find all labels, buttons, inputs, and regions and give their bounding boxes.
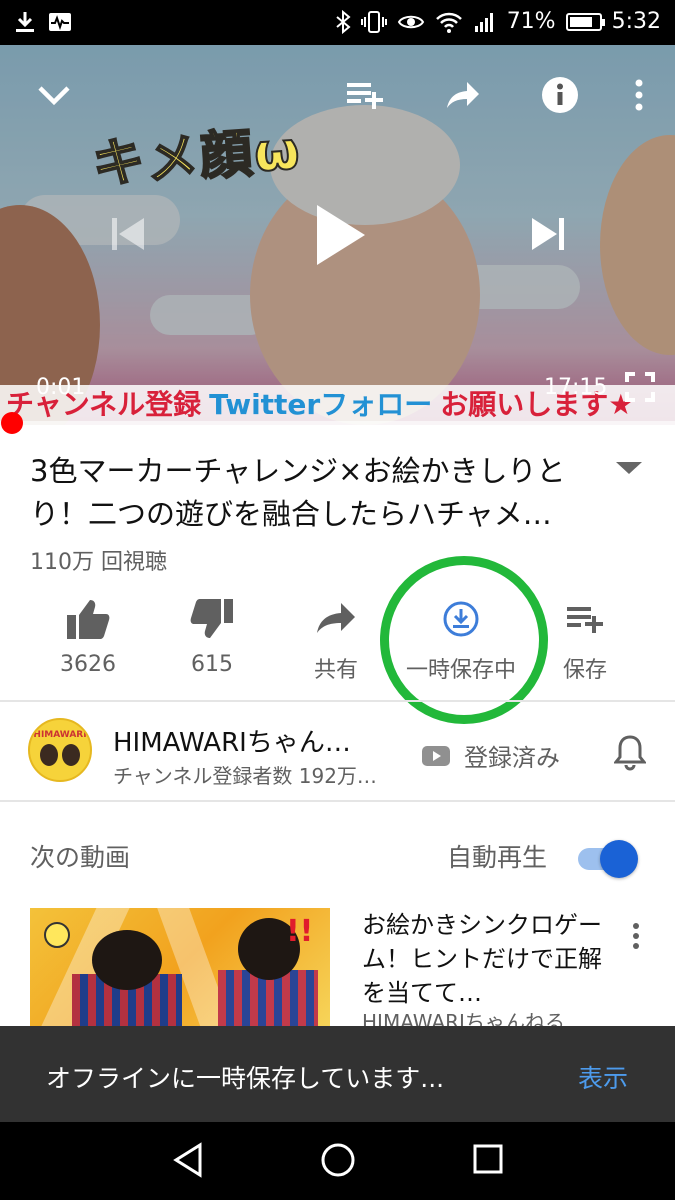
battery-icon bbox=[565, 12, 605, 31]
recents-button[interactable] bbox=[472, 1142, 504, 1180]
lightbulb-icon bbox=[44, 922, 70, 948]
thumbs-down-icon bbox=[190, 599, 233, 638]
duration: 17:15 bbox=[544, 375, 608, 400]
caret-down-icon bbox=[616, 462, 642, 474]
divider bbox=[0, 800, 675, 802]
autoplay-toggle[interactable] bbox=[578, 840, 638, 878]
home-button[interactable] bbox=[320, 1142, 356, 1182]
info-icon bbox=[542, 77, 578, 113]
chevron-down-icon bbox=[38, 86, 70, 106]
bell-icon bbox=[612, 735, 648, 771]
back-button[interactable] bbox=[172, 1142, 204, 1182]
back-triangle-icon bbox=[173, 1142, 202, 1178]
highlight-circle-annotation bbox=[380, 556, 548, 724]
subscribed-button[interactable]: 登録済み bbox=[422, 738, 560, 773]
video-player[interactable]: キメ顔ω チャンネル登録 Twitterフォロー お願いします★ 0:01 17:1… bbox=[0, 45, 675, 425]
video-caption-top: キメ顔ω bbox=[90, 120, 305, 196]
divider bbox=[0, 700, 675, 702]
download-notification-icon bbox=[16, 12, 34, 32]
dislike-button[interactable]: 615 bbox=[157, 590, 267, 677]
activity-notification-icon bbox=[49, 13, 71, 31]
bluetooth-icon bbox=[336, 9, 351, 34]
next-video-title[interactable]: お絵かきシンクロゲーム！ヒントだけで正解を当てて… bbox=[362, 908, 602, 1010]
progress-track[interactable] bbox=[0, 421, 675, 425]
signal-icon bbox=[474, 12, 493, 32]
channel-name[interactable]: HIMAWARIちゃん… bbox=[113, 722, 351, 759]
status-bar: 71% 5:32 bbox=[0, 0, 675, 45]
subscriber-count: チャンネル登録者数 192万… bbox=[113, 764, 377, 788]
snackbar-view-button[interactable]: 表示 bbox=[578, 1059, 628, 1095]
next-button[interactable] bbox=[524, 211, 572, 257]
view-count: 110万 回視聴 bbox=[30, 550, 167, 575]
share-icon bbox=[317, 603, 355, 633]
share-icon bbox=[447, 82, 479, 108]
playlist-add-icon bbox=[347, 83, 383, 109]
system-navigation-bar bbox=[0, 1122, 675, 1200]
wifi-icon bbox=[435, 12, 462, 33]
add-to-queue-button[interactable] bbox=[340, 75, 390, 115]
youtube-play-icon bbox=[422, 745, 450, 766]
minimize-button[interactable] bbox=[32, 75, 76, 115]
battery-percent: 71% bbox=[506, 9, 556, 34]
action-bar: 3626 615 共有 一時保存中 保存 bbox=[0, 590, 675, 690]
vibrate-icon bbox=[360, 10, 387, 33]
channel-avatar[interactable]: HIMAWARI bbox=[28, 718, 92, 782]
fullscreen-icon bbox=[625, 372, 655, 402]
play-icon bbox=[317, 205, 365, 265]
progress-scrubber[interactable] bbox=[1, 412, 23, 434]
thumbs-up-icon bbox=[67, 600, 110, 639]
eye-comfort-icon bbox=[397, 15, 424, 28]
like-button[interactable]: 3626 bbox=[33, 590, 143, 677]
autoplay-label: 自動再生 bbox=[447, 843, 548, 872]
share-button[interactable]: 共有 bbox=[281, 590, 391, 684]
more-vert-icon bbox=[633, 923, 639, 949]
clock: 5:32 bbox=[611, 9, 661, 34]
playlist-add-icon bbox=[567, 607, 603, 633]
video-title: 3色マーカーチャレンジ×お絵かきしりとり！二つの遊びを融合したらハチャメ… bbox=[30, 454, 566, 531]
recents-square-icon bbox=[473, 1144, 503, 1174]
current-time: 0:01 bbox=[36, 375, 86, 400]
next-video-thumbnail[interactable]: !! bbox=[30, 908, 330, 1028]
fullscreen-button[interactable] bbox=[620, 367, 660, 407]
up-next-label: 次の動画 bbox=[30, 843, 131, 872]
notification-bell-button[interactable] bbox=[612, 733, 648, 775]
skip-previous-icon bbox=[112, 218, 144, 250]
next-video-more-button[interactable] bbox=[632, 922, 640, 954]
home-circle-icon bbox=[321, 1143, 355, 1177]
info-button[interactable] bbox=[538, 75, 582, 115]
skip-next-icon bbox=[532, 218, 564, 250]
snackbar: オフラインに一時保存しています... 表示 bbox=[0, 1026, 675, 1122]
play-button[interactable] bbox=[306, 195, 376, 275]
expand-description-button[interactable] bbox=[612, 456, 646, 482]
more-vert-icon bbox=[635, 79, 643, 111]
previous-button[interactable] bbox=[104, 211, 152, 257]
snackbar-message: オフラインに一時保存しています... bbox=[46, 1064, 445, 1093]
share-overlay-button[interactable] bbox=[440, 75, 486, 115]
more-options-button[interactable] bbox=[626, 75, 652, 115]
